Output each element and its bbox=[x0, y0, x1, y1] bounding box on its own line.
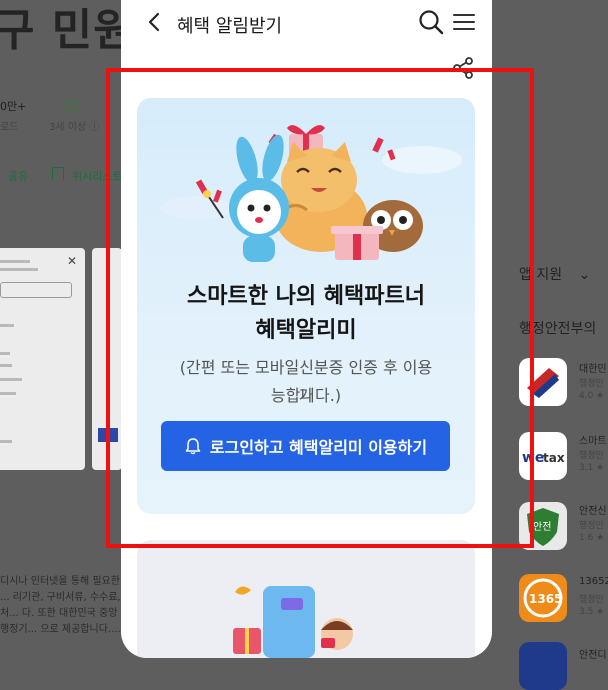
related-app-icon[interactable] bbox=[519, 358, 567, 406]
store-installs-label: 로드 bbox=[0, 122, 19, 133]
share-icon bbox=[453, 57, 473, 79]
card-subtitle-line2: 능합니다.) bbox=[270, 386, 342, 405]
store-description: 디시나 인터넷을 통해 필요한 ... 리기관, 구비서류, 수수료, 처...… bbox=[0, 576, 121, 635]
chevron-left-icon bbox=[148, 12, 160, 32]
store-screenshot[interactable] bbox=[92, 248, 122, 470]
chevron-down-icon: ⌄ bbox=[578, 267, 591, 283]
age-rating-icon bbox=[66, 100, 78, 112]
store-wishlist-button[interactable]: 위시리스트 bbox=[72, 168, 123, 184]
related-app-name: 스마트 bbox=[579, 436, 607, 447]
related-app-name: 대한민 bbox=[579, 364, 607, 375]
related-app-rating: 1.6 ★ bbox=[579, 533, 605, 543]
svg-text:1365: 1365 bbox=[529, 592, 562, 606]
related-app-publisher: 행정안 bbox=[579, 451, 604, 461]
related-app-icon[interactable]: 1365 bbox=[519, 574, 567, 622]
store-installs: 0만+ bbox=[0, 100, 27, 113]
app-support-heading[interactable]: 앱 지원 ⌄ bbox=[519, 264, 590, 284]
store-app-title: 구 민원 bbox=[0, 5, 135, 56]
store-screenshot[interactable]: ✕ bbox=[0, 248, 85, 470]
search-button[interactable] bbox=[417, 8, 445, 36]
related-app-publisher: 행정안 bbox=[579, 595, 604, 605]
page-title: 혜택 알림받기 bbox=[177, 16, 283, 37]
svg-text:안전: 안전 bbox=[533, 521, 551, 533]
login-benefit-alert-button[interactable]: 로그인하고 혜택알리미 이용하기 bbox=[161, 421, 450, 471]
related-app-icon[interactable]: 안전 bbox=[519, 502, 567, 550]
search-icon bbox=[419, 10, 444, 35]
store-age-label: 3세 이상 ⓘ bbox=[49, 122, 100, 133]
store-share-button[interactable]: 공유 bbox=[8, 168, 28, 184]
close-icon: ✕ bbox=[66, 254, 77, 268]
related-app-publisher: 행정안 bbox=[579, 521, 604, 531]
related-app-icon[interactable] bbox=[519, 642, 567, 690]
app-header: 혜택 알림받기 bbox=[121, 0, 492, 46]
mascot-illustration bbox=[161, 125, 462, 262]
card-title-line1: 스마트한 나의 혜택파트너 bbox=[187, 284, 425, 309]
card-title-line2: 혜택알리미 bbox=[255, 318, 357, 343]
login-benefit-alert-label: 로그인하고 혜택알리미 이용하기 bbox=[209, 438, 428, 457]
related-app-rating: 3.5 ★ bbox=[579, 607, 605, 617]
menu-button[interactable] bbox=[452, 10, 476, 34]
svg-text:we: we bbox=[522, 450, 544, 466]
svg-text:tax: tax bbox=[543, 451, 565, 465]
hamburger-menu-icon bbox=[453, 14, 475, 30]
back-button[interactable] bbox=[143, 10, 167, 34]
bell-icon bbox=[185, 438, 201, 455]
publisher-apps-heading: 행정안전부의 bbox=[519, 321, 597, 337]
related-app-name: 13652 bbox=[579, 576, 608, 587]
related-app-name: 안전신 bbox=[579, 506, 607, 517]
related-app-icon[interactable]: we tax bbox=[519, 432, 567, 480]
related-app-publisher: 행정안 bbox=[579, 379, 604, 389]
bookmark-icon bbox=[52, 167, 64, 180]
benefit-alert-screen: 혜택 알림받기 스마트한 나의 혜택파트너 혜택알리미 (간편 또는 모바일신분… bbox=[121, 0, 492, 658]
related-app-name: 안전디 bbox=[579, 650, 607, 661]
share-button[interactable] bbox=[451, 56, 475, 80]
related-app-rating: 4.0 ★ bbox=[579, 391, 605, 401]
search-field-preview bbox=[0, 282, 72, 298]
phone-illustration bbox=[233, 586, 353, 658]
secondary-card bbox=[137, 540, 475, 658]
related-app-rating: 3.1 ★ bbox=[579, 463, 605, 473]
benefit-alert-card: 스마트한 나의 혜택파트너 혜택알리미 (간편 또는 모바일신분증 인증 후 이… bbox=[137, 98, 475, 514]
